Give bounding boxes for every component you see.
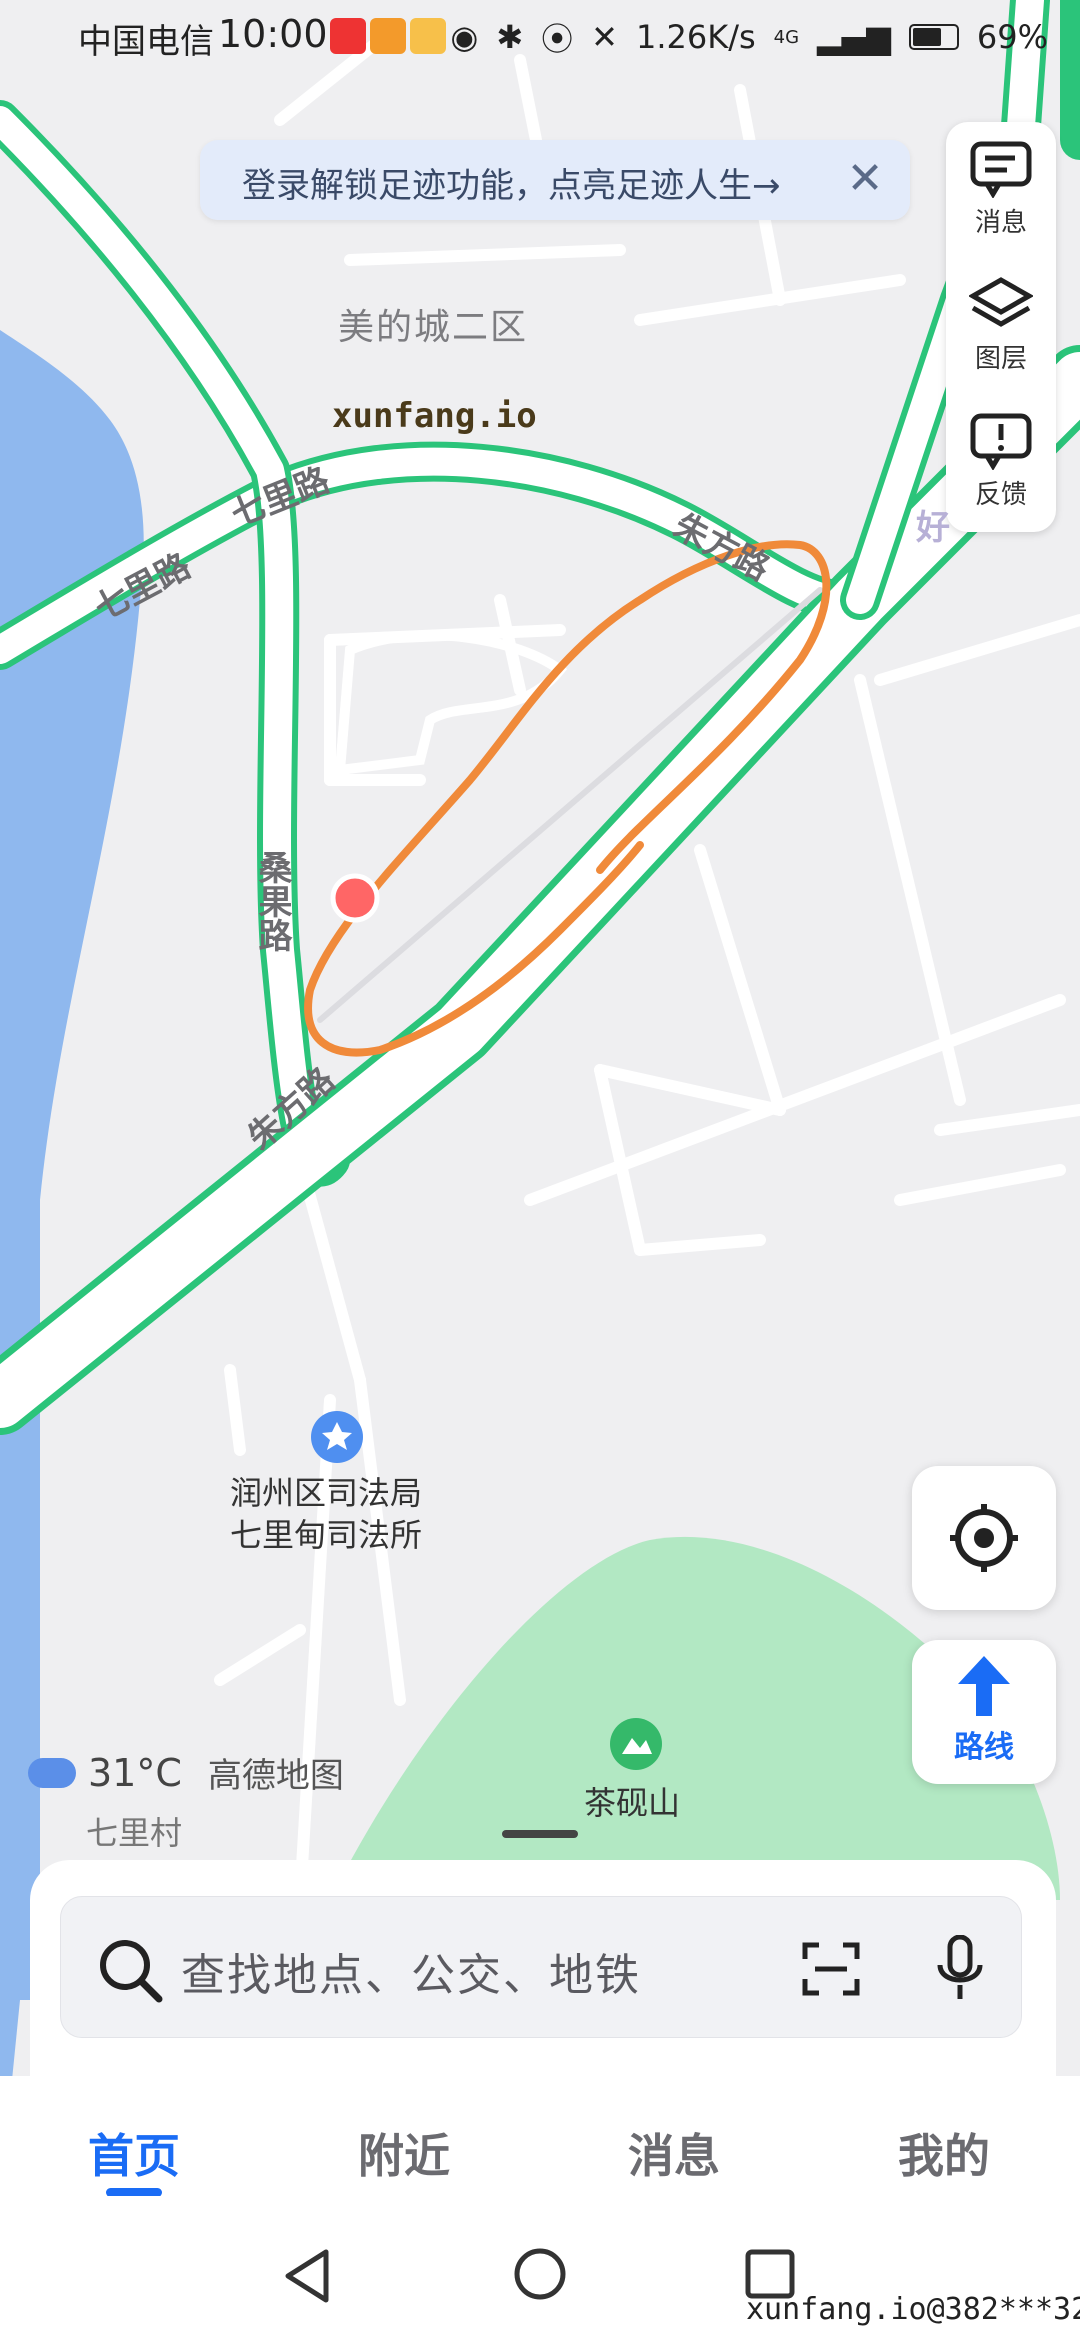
weather-temp: 31°C: [88, 1750, 182, 1795]
app-notification-icon: [410, 18, 446, 54]
search-icon: [100, 1940, 163, 2003]
side-btn-label: 反馈: [974, 480, 1027, 510]
metro-marker: [330, 873, 380, 923]
app-notification-icon: [370, 18, 406, 54]
location-icon: ⦿: [541, 20, 574, 58]
route-label: 路线: [954, 1730, 1014, 1765]
route-button[interactable]: 路线: [912, 1640, 1056, 1784]
net-speed: 1.26K/s: [635, 18, 756, 56]
nav-messages[interactable]: 消息: [574, 2120, 774, 2186]
layers-icon: [969, 277, 1033, 327]
eye-icon: ◉: [450, 18, 479, 56]
watermark-top: xunfang.io: [332, 396, 537, 436]
bluetooth-icon: ✱: [496, 18, 524, 56]
login-banner[interactable]: 登录解锁足迹功能，点亮足迹人生→ ✕: [200, 140, 910, 220]
scan-icon[interactable]: [801, 1941, 861, 1997]
map-side-panel: 消息 图层 反馈: [946, 122, 1056, 532]
side-btn-message[interactable]: 消息: [946, 122, 1056, 254]
search-placeholder: 查找地点、公交、地铁: [181, 1950, 641, 2001]
status-right: ◉ ✱ ⦿ ✕ 1.26K/s 4G ▂▄▆ 69%: [450, 14, 1048, 60]
road-label-sangguo: 桑果路: [252, 850, 292, 952]
home-icon[interactable]: [512, 2246, 568, 2302]
battery-icon: [908, 24, 959, 50]
weather-widget[interactable]: 31°C 高德地图: [28, 1748, 344, 1797]
system-nav-bar: xunfang.io@382***324: [0, 2196, 1080, 2340]
nav-home[interactable]: 首页: [34, 2120, 234, 2186]
poi-mountain-label[interactable]: 茶砚山: [584, 1778, 680, 1824]
footer-watermark: xunfang.io@382***324: [746, 2292, 1080, 2327]
status-time: 10:00: [218, 12, 328, 56]
road-label-partial: 好: [916, 508, 950, 548]
nav-me[interactable]: 我的: [844, 2120, 1044, 2186]
signal-icon: ▂▄▆: [817, 18, 891, 56]
status-bar: 中国电信 10:00 ◉ ✱ ⦿ ✕ 1.26K/s 4G ▂▄▆ 69%: [0, 0, 1080, 80]
mute-icon: ✕: [591, 18, 618, 56]
locate-button[interactable]: [912, 1466, 1056, 1610]
poi-justice-line1: 润州区司法局: [230, 1474, 423, 1512]
cloud-icon: [28, 1757, 76, 1788]
locate-icon: [950, 1504, 1018, 1572]
battery-level: 69%: [976, 18, 1048, 56]
area-label: 美的城二区: [338, 307, 529, 348]
poi-justice-line2: 七里甸司法所: [230, 1516, 423, 1554]
brand-label: 高德地图: [207, 1756, 344, 1796]
side-btn-feedback[interactable]: 反馈: [946, 394, 1056, 526]
microphone-icon[interactable]: [935, 1935, 985, 2003]
village-label: 七里村: [86, 1814, 183, 1852]
side-btn-label: 消息: [974, 208, 1027, 238]
nav-nearby[interactable]: 附近: [304, 2120, 504, 2186]
sheet-handle[interactable]: [502, 1830, 578, 1838]
network-type: 4G: [773, 26, 800, 48]
side-btn-label: 图层: [974, 344, 1027, 374]
app-notification-icon: [330, 18, 366, 54]
banner-text: 登录解锁足迹功能，点亮足迹人生→: [242, 166, 781, 206]
carrier-label: 中国电信: [78, 22, 214, 62]
poi-justice[interactable]: 润州区司法局 七里甸司法所: [230, 1472, 422, 1556]
feedback-icon: [970, 413, 1032, 470]
message-icon: [970, 141, 1032, 198]
search-input[interactable]: 查找地点、公交、地铁: [60, 1896, 1022, 2038]
back-icon[interactable]: [282, 2248, 332, 2304]
side-btn-layers[interactable]: 图层: [946, 258, 1056, 390]
close-icon[interactable]: ✕: [838, 152, 892, 206]
route-arrow-icon: [958, 1656, 1010, 1716]
